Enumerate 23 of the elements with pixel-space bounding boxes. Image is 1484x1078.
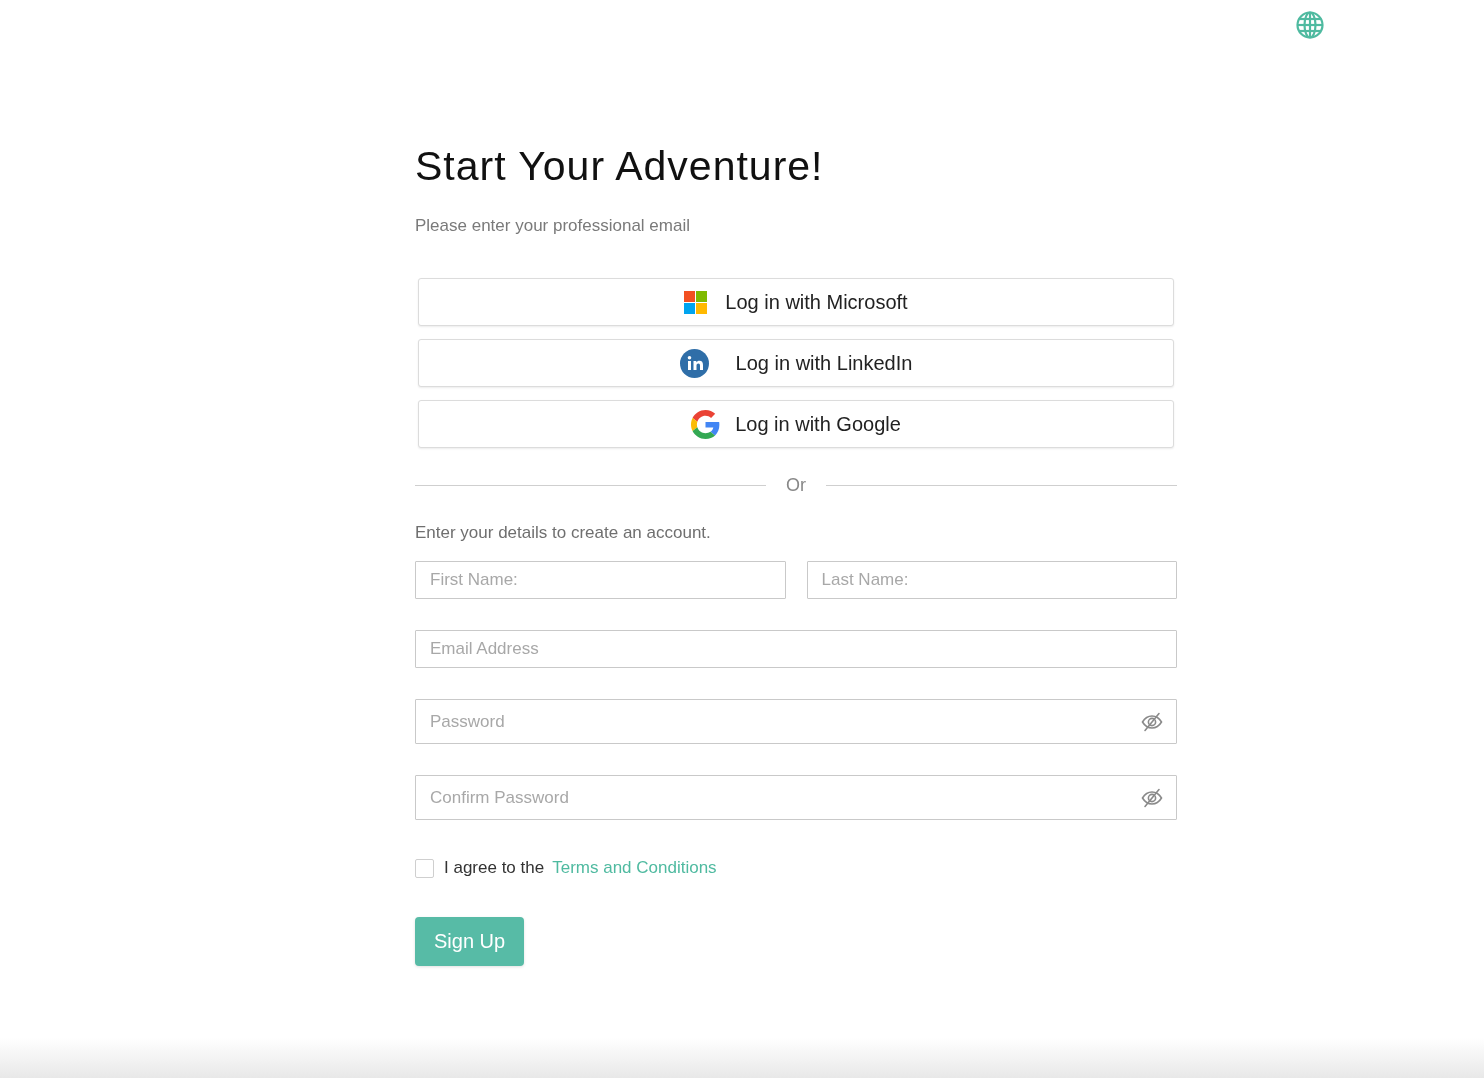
terms-checkbox[interactable] <box>415 858 434 878</box>
microsoft-login-button[interactable]: Log in with Microsoft <box>418 278 1174 326</box>
show-password-button[interactable] <box>1141 710 1163 733</box>
linkedin-login-button[interactable]: Log in with LinkedIn <box>418 339 1174 387</box>
password-input-field[interactable]: Confirm Password <box>415 775 1177 820</box>
in-circle-logo-icon <box>679 348 709 378</box>
form-intro-text: Enter your details to create an account. <box>415 523 712 543</box>
eye-slash-icon <box>1141 787 1163 808</box>
show-password-button[interactable] <box>1141 786 1163 809</box>
email-input-field[interactable]: Email Address <box>415 630 1177 668</box>
eye-slash-icon <box>1141 711 1163 732</box>
page-title: Start Your Adventure! <box>415 142 825 191</box>
globe-icon <box>1296 11 1324 39</box>
google-login-button[interactable]: Log in with Google <box>418 400 1174 448</box>
four-squares-logo-icon <box>684 290 708 314</box>
name-input-field[interactable]: Last Name: <box>806 561 1177 599</box>
g-logo-icon <box>691 409 721 439</box>
terms-label: I agree to the <box>444 857 545 879</box>
name-input-field[interactable]: First Name: <box>415 561 786 599</box>
divider-label: Or <box>785 474 807 496</box>
language-button[interactable] <box>1296 11 1324 39</box>
password-input-field[interactable]: Password <box>415 699 1177 744</box>
subtitle-text: Please enter your professional email <box>415 216 691 236</box>
